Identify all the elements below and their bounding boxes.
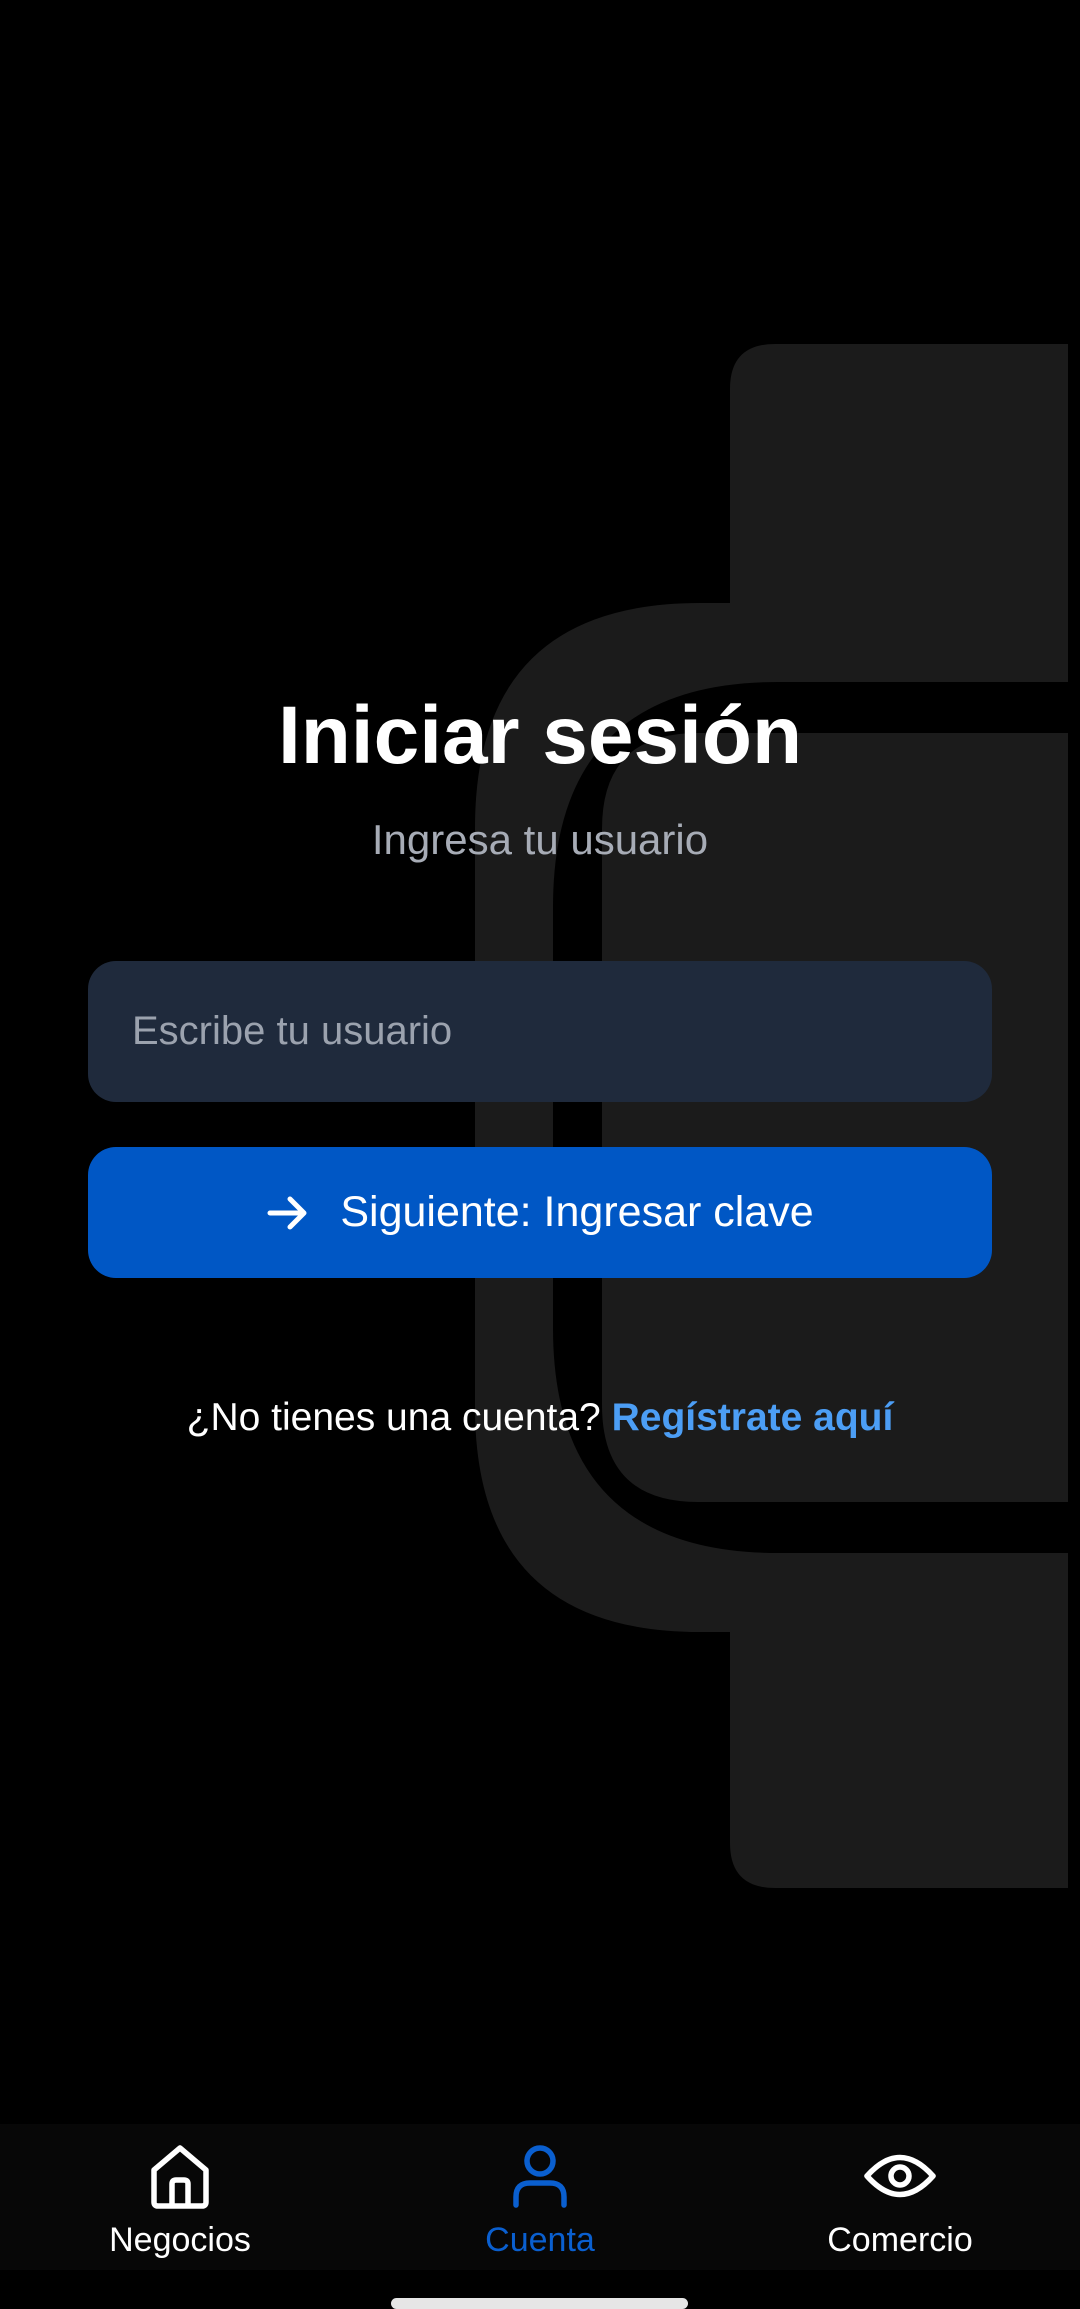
no-account-text: ¿No tienes una cuenta? [186,1396,601,1439]
nav-item-cuenta[interactable]: Cuenta [360,2124,720,2270]
eye-icon [864,2140,936,2212]
login-screen: Iniciar sesión Ingresa tu usuario Siguie… [0,0,1080,2309]
page-title: Iniciar sesión [277,690,803,781]
nav-label-negocios: Negocios [109,2221,251,2259]
nav-label-cuenta: Cuenta [485,2221,595,2259]
bottom-navigation: Negocios Cuenta Comercio [0,2124,1080,2270]
next-button-label: Siguiente: Ingresar clave [340,1188,814,1236]
person-icon [504,2140,576,2212]
home-icon [144,2140,216,2212]
page-subtitle: Ingresa tu usuario [371,816,709,863]
register-prompt: ¿No tienes una cuenta? Regístrate aquí [0,1388,1080,1448]
arrow-right-icon [266,1191,310,1235]
next-enter-password-button[interactable]: Siguiente: Ingresar clave [88,1147,992,1278]
username-input[interactable] [88,961,992,1102]
nav-item-comercio[interactable]: Comercio [720,2124,1080,2270]
nav-item-negocios[interactable]: Negocios [0,2124,360,2270]
nav-label-comercio: Comercio [827,2221,973,2259]
home-indicator[interactable] [391,2298,688,2309]
register-link[interactable]: Regístrate aquí [612,1396,894,1439]
username-field-container [88,961,992,1102]
